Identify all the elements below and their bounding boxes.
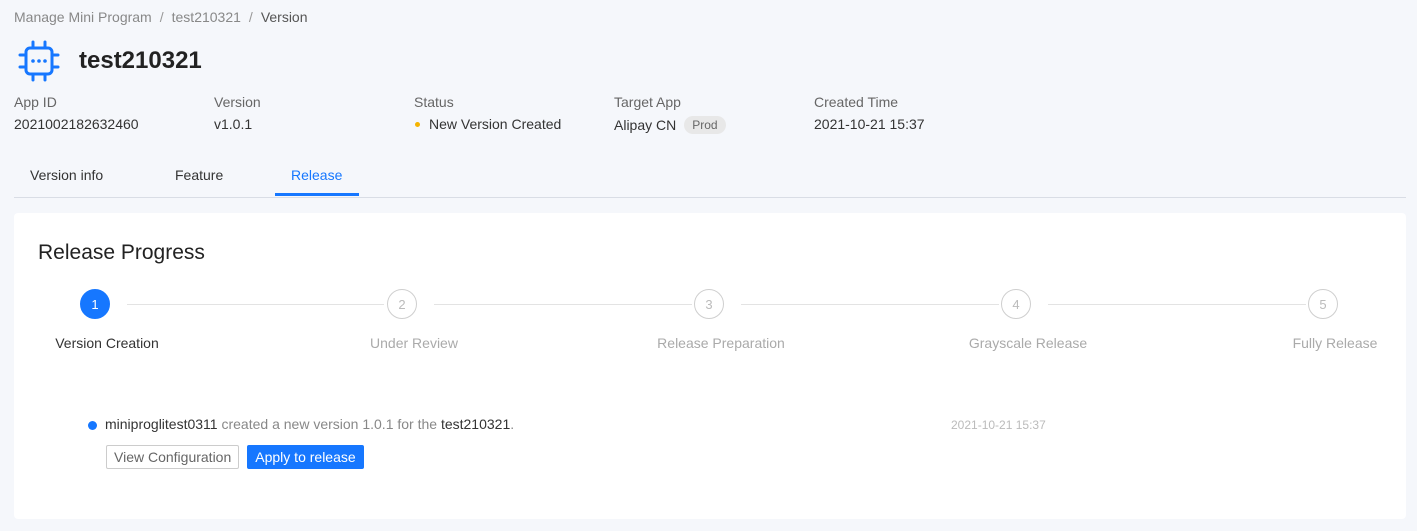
step-connector [434, 304, 692, 305]
meta-label: Status [414, 94, 454, 110]
release-stepper: 1 2 3 4 5 Version Creation Under Review … [14, 289, 1406, 359]
meta-version: Version v1.0.1 [214, 94, 261, 132]
breadcrumb: Manage Mini Program / test210321 / Version [14, 9, 308, 25]
step-2-label: Under Review [370, 335, 458, 351]
apply-to-release-button[interactable]: Apply to release [247, 445, 364, 469]
step-connector [741, 304, 999, 305]
meta-value: 2021-10-21 15:37 [814, 116, 925, 132]
meta-value: 2021002182632460 [14, 116, 139, 132]
status-dot [415, 121, 420, 127]
target-app-name: Alipay CN [614, 117, 677, 133]
timeline-text: created a new version 1.0.1 for the [221, 416, 438, 432]
timeline-message: miniproglitest0311 created a new version… [105, 416, 514, 432]
step-2-circle: 2 [387, 289, 417, 319]
timeline-timestamp: 2021-10-21 15:37 [951, 418, 1046, 432]
active-tab-indicator [275, 193, 359, 196]
meta-app-id: App ID 2021002182632460 [14, 94, 139, 132]
step-5-circle: 5 [1308, 289, 1338, 319]
env-badge: Prod [684, 116, 726, 134]
step-4-label: Grayscale Release [968, 335, 1088, 351]
step-3-label: Release Preparation [657, 335, 785, 351]
breadcrumb-app[interactable]: test210321 [172, 9, 241, 25]
release-progress-title: Release Progress [38, 241, 205, 264]
status-text: New Version Created [429, 116, 562, 132]
step-1-label: Version Creation [55, 335, 159, 351]
timeline-user: miniproglitest0311 [105, 416, 218, 432]
tab-bar: Version info Feature Release [14, 157, 1406, 198]
meta-created-time: Created Time 2021-10-21 15:37 [814, 94, 925, 132]
breadcrumb-version: Version [260, 9, 308, 25]
meta-label: Version [214, 94, 261, 110]
chip-icon [18, 40, 60, 82]
meta-value: Alipay CN Prod [614, 116, 726, 134]
step-1-circle: 1 [80, 289, 110, 319]
timeline-dot [88, 421, 97, 430]
release-progress-card: Release Progress 1 2 3 4 5 Version Creat… [14, 213, 1406, 519]
timeline-app: test210321 [440, 416, 511, 432]
meta-label: Created Time [814, 94, 899, 110]
step-4-circle: 4 [1001, 289, 1031, 319]
page-header: test210321 [18, 40, 202, 82]
meta-value: v1.0.1 [214, 116, 253, 132]
meta-value: New Version Created [414, 116, 561, 132]
view-configuration-button[interactable]: View Configuration [106, 445, 240, 469]
breadcrumb-separator: / [159, 9, 164, 25]
page-title: test210321 [79, 47, 202, 74]
timeline-actions: View Configuration Apply to release [106, 445, 364, 469]
breadcrumb-manage-mini-program[interactable]: Manage Mini Program [14, 9, 152, 25]
tab-release[interactable]: Release [291, 167, 342, 183]
meta-status: Status New Version Created [414, 94, 561, 132]
meta-label: App ID [14, 94, 57, 110]
meta-target-app: Target App Alipay CN Prod [614, 94, 726, 134]
step-connector [1048, 304, 1306, 305]
step-connector [127, 304, 384, 305]
breadcrumb-separator: / [248, 9, 253, 25]
step-5-label: Fully Release [1292, 335, 1378, 351]
step-3-circle: 3 [694, 289, 724, 319]
tab-feature[interactable]: Feature [175, 167, 223, 183]
meta-label: Target App [614, 94, 681, 110]
tab-version-info[interactable]: Version info [30, 167, 103, 183]
timeline-text-end: . [510, 416, 515, 432]
